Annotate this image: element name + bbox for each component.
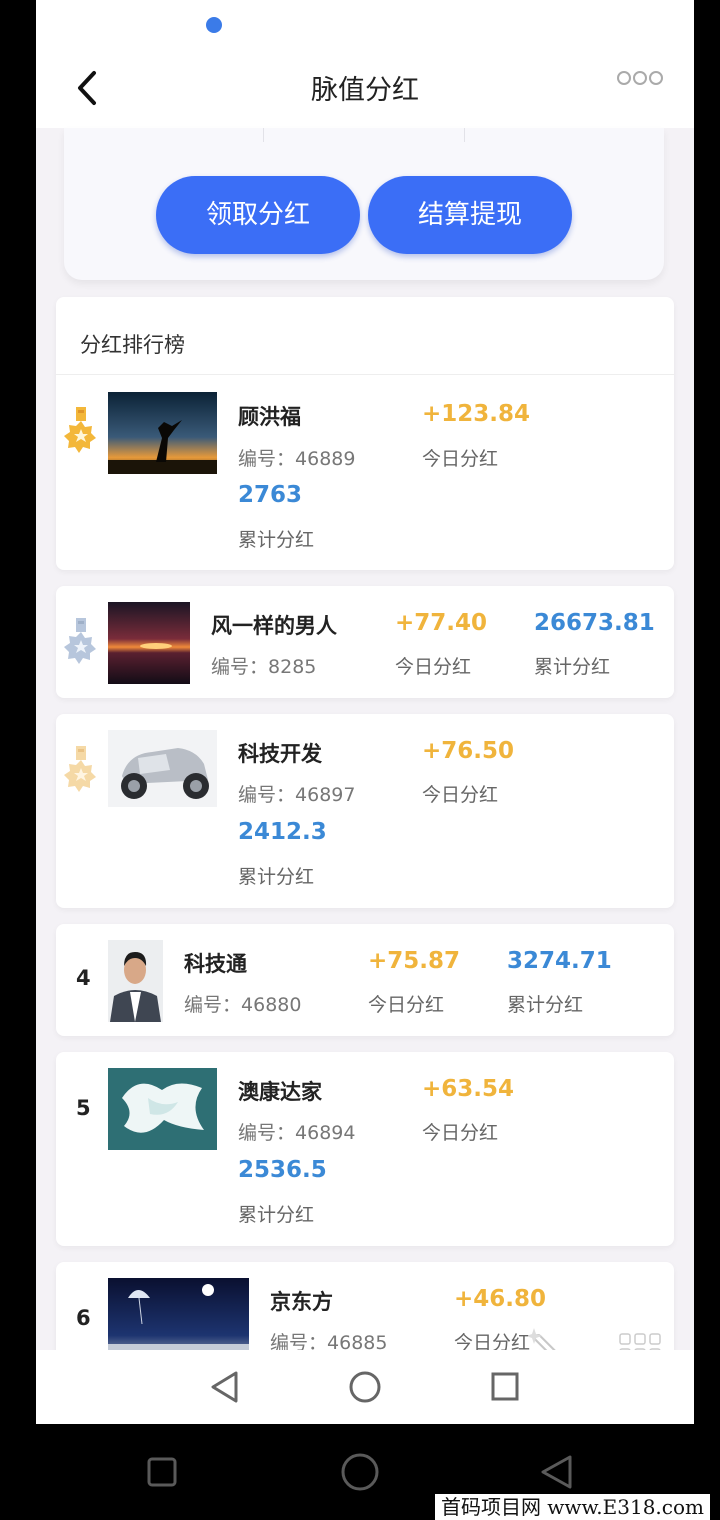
divider [56, 374, 674, 375]
member-name: 澳康达家 [238, 1080, 322, 1104]
member-name: 风一样的男人 [211, 614, 337, 638]
today-dividend-label: 今日分红 [422, 784, 499, 806]
ranking-row[interactable]: 科技开发 编号：46897 +76.50 今日分红 2412.3 累计分红 [56, 714, 674, 908]
member-name: 科技开发 [238, 742, 322, 766]
ranking-row[interactable]: 5 澳康达家 编号：46894 +63.54 今日分红 2536.5 累计分红 [56, 1052, 674, 1246]
home-circle-icon[interactable] [348, 1370, 382, 1404]
avatar[interactable] [108, 730, 217, 807]
total-dividend-label: 累计分红 [507, 994, 584, 1016]
total-dividend-value: 3274.71 [507, 948, 612, 974]
bronze-medal-icon [64, 746, 96, 792]
today-dividend-label: 今日分红 [422, 1122, 499, 1144]
status-bar [36, 0, 694, 50]
today-dividend-value: +63.54 [422, 1076, 515, 1102]
ranking-row[interactable]: 4 科技通 编号：46880 +75.87 今日分红 3274.71 累计分红 [56, 924, 674, 1036]
rank-number: 4 [76, 966, 91, 990]
app-nav-bar [36, 1350, 694, 1424]
total-dividend-value: 2763 [238, 482, 303, 508]
avatar[interactable] [108, 392, 217, 474]
member-id: 编号：46889 [238, 448, 356, 470]
today-dividend-label: 今日分红 [422, 448, 499, 470]
ranking-row[interactable]: 风一样的男人 编号：8285 +77.40 今日分红 26673.81 累计分红 [56, 586, 674, 698]
avatar[interactable] [108, 1068, 217, 1150]
total-dividend-label: 累计分红 [534, 656, 611, 678]
member-name: 顾洪福 [238, 405, 301, 429]
total-dividend-value: 26673.81 [534, 610, 655, 636]
total-dividend-label: 累计分红 [238, 866, 315, 888]
member-id: 编号：46880 [184, 994, 302, 1016]
ranking-title: 分红排行榜 [80, 333, 185, 357]
recents-square-icon[interactable] [490, 1371, 520, 1403]
today-dividend-value: +123.84 [422, 401, 531, 427]
phone-screen: 脉值分红 领取分红 结算提现 分红排行榜 顾洪福 编号：46889 +123.8… [36, 0, 694, 1424]
member-id: 编号：8285 [211, 656, 317, 678]
stat-divider [263, 128, 264, 142]
gold-medal-icon [64, 407, 96, 453]
member-name: 科技通 [184, 952, 247, 976]
recents-square-icon[interactable] [146, 1456, 178, 1488]
avatar[interactable] [108, 1278, 249, 1360]
total-dividend-value: 2536.5 [238, 1157, 327, 1183]
today-dividend-value: +46.80 [454, 1286, 547, 1312]
avatar[interactable] [108, 940, 163, 1022]
back-triangle-icon[interactable] [538, 1454, 574, 1490]
status-indicator-icon [206, 17, 222, 33]
withdraw-button[interactable]: 结算提现 [368, 176, 572, 254]
member-id: 编号：46894 [238, 1122, 356, 1144]
member-name: 京东方 [270, 1290, 333, 1314]
dividend-summary-card: 领取分红 结算提现 [64, 128, 664, 280]
today-dividend-value: +76.50 [422, 738, 515, 764]
stat-divider [464, 128, 465, 142]
page-title: 脉值分红 [311, 75, 419, 106]
page-header: 脉值分红 [36, 50, 694, 128]
member-id: 编号：46897 [238, 784, 356, 806]
rank-number: 5 [76, 1096, 91, 1120]
today-dividend-label: 今日分红 [395, 656, 472, 678]
total-dividend-value: 2412.3 [238, 819, 327, 845]
more-dots-icon[interactable] [616, 69, 664, 91]
silver-medal-icon [64, 618, 96, 664]
avatar[interactable] [108, 602, 190, 684]
rank-number: 6 [76, 1306, 91, 1330]
watermark-text: 首码项目网 www.E318.com [434, 1494, 710, 1520]
today-dividend-label: 今日分红 [368, 994, 445, 1016]
home-circle-icon[interactable] [340, 1452, 380, 1492]
total-dividend-label: 累计分红 [238, 529, 315, 551]
today-dividend-value: +75.87 [368, 948, 461, 974]
today-dividend-value: +77.40 [395, 610, 488, 636]
ranking-card: 分红排行榜 顾洪福 编号：46889 +123.84 今日分红 2763 累计分… [56, 297, 674, 570]
back-triangle-icon[interactable] [208, 1370, 240, 1404]
claim-dividend-button[interactable]: 领取分红 [156, 176, 360, 254]
total-dividend-label: 累计分红 [238, 1204, 315, 1226]
